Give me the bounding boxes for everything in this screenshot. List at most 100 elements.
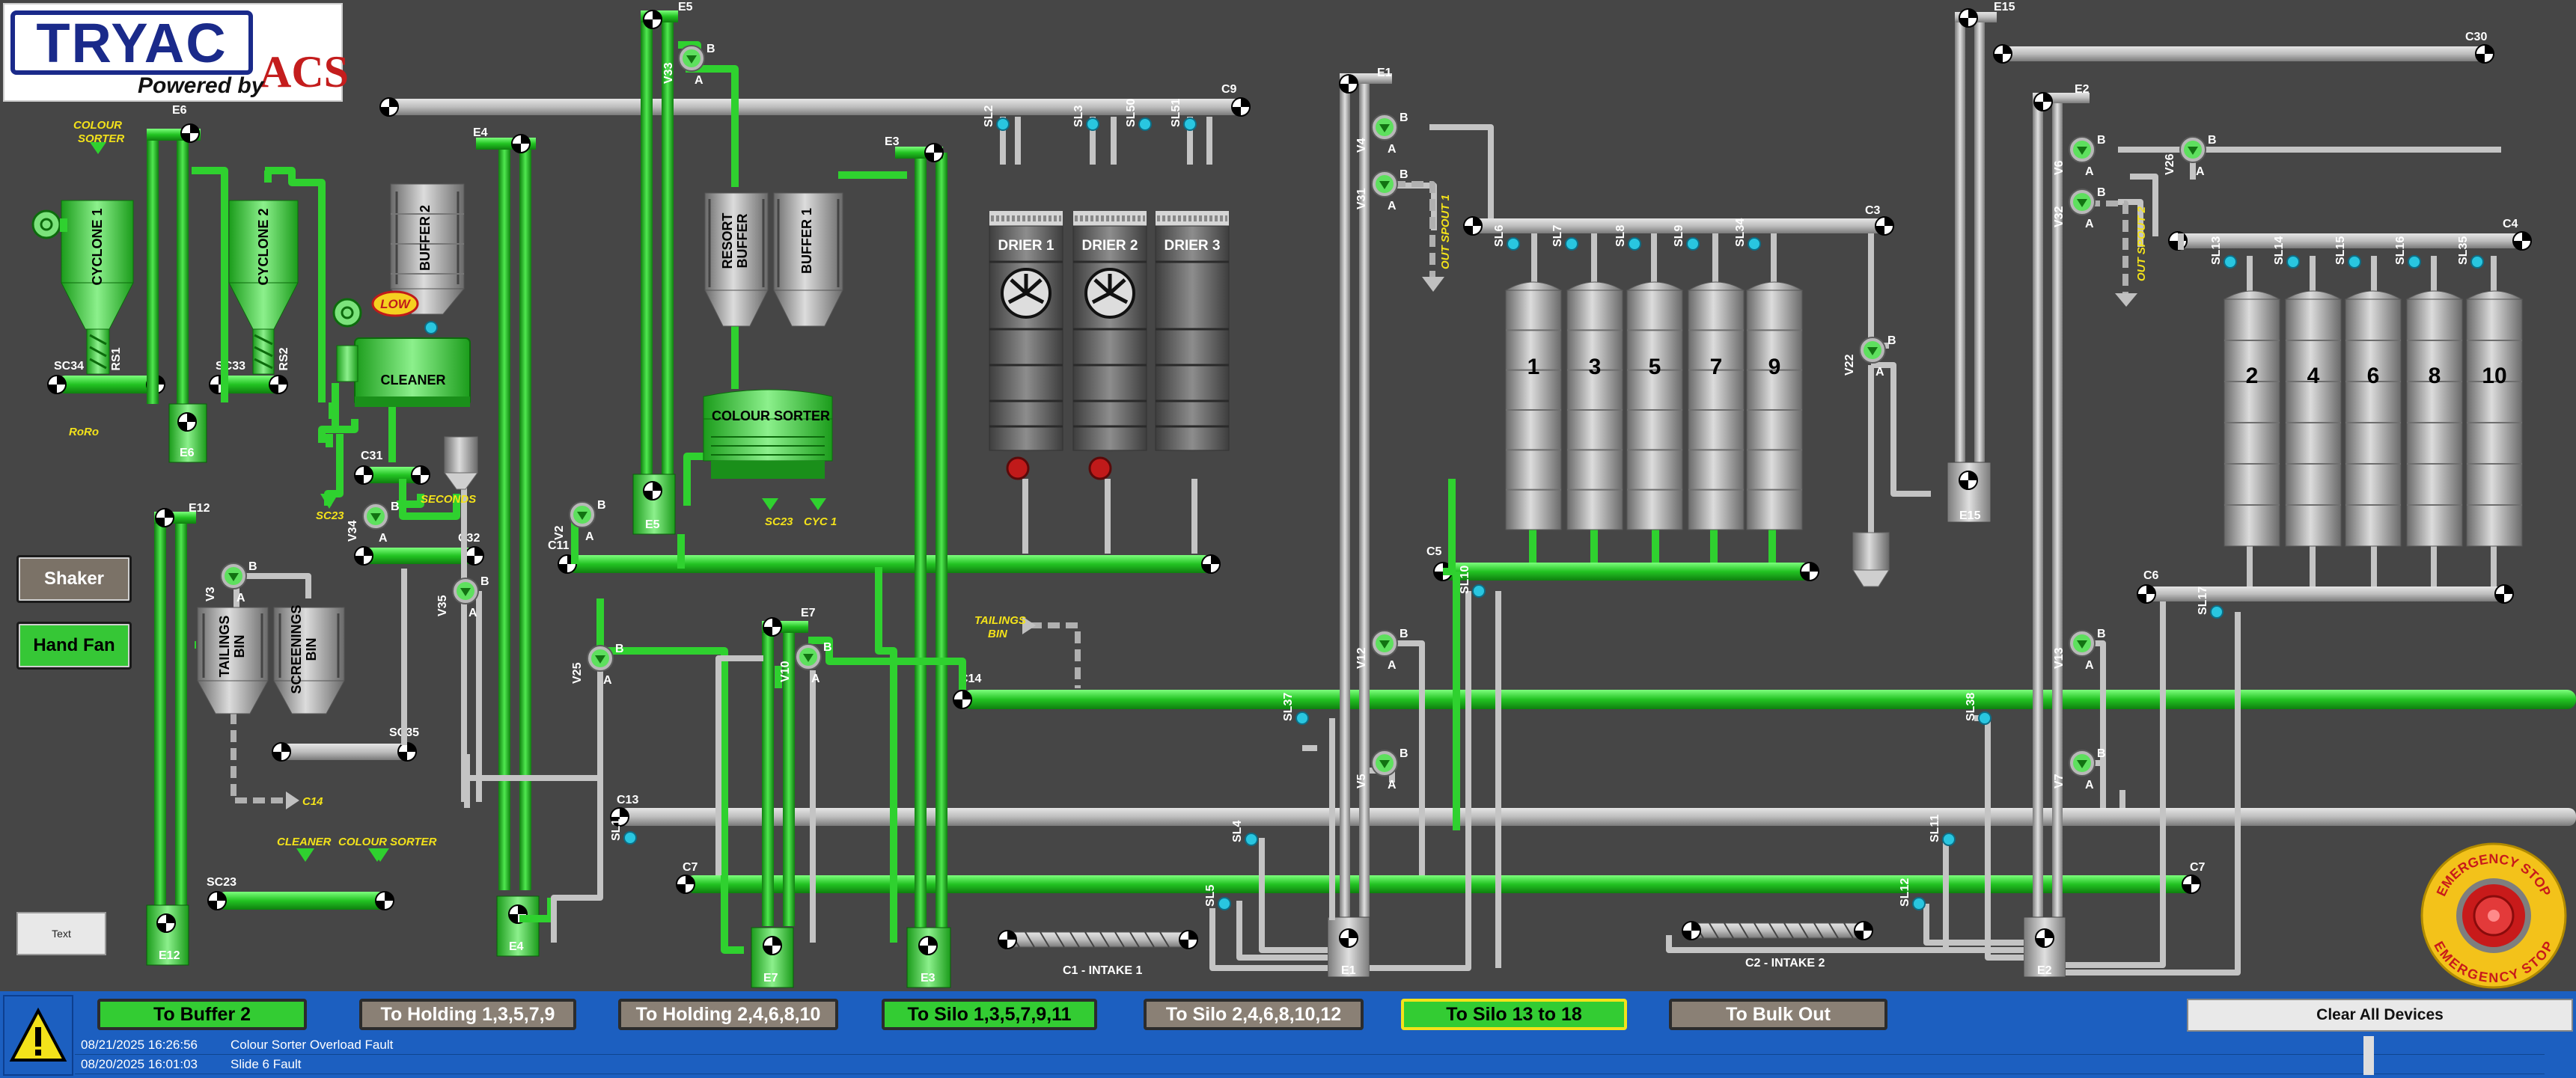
alarm-scrollbar[interactable] [2363, 1036, 2374, 1075]
silo[interactable]: 10 [2465, 290, 2524, 547]
valve-port-a: A [585, 530, 594, 543]
intake-1-screw[interactable] [998, 930, 1198, 949]
drier-3[interactable]: DRIER 3 [1155, 211, 1230, 451]
sensor-label: SL9 [1673, 225, 1685, 247]
e6-label-top: E6 [172, 104, 187, 117]
route-button[interactable]: To Bulk Out [1669, 999, 1887, 1030]
conveyor-c9[interactable] [389, 99, 1242, 115]
route-button[interactable]: To Silo 1,3,5,7,9,11 [882, 999, 1097, 1030]
resort-buffer-bin[interactable]: RESORT BUFFER [704, 192, 769, 327]
alarm-row[interactable]: 08/21/2025 16:26:56 Colour Sorter Overlo… [75, 1036, 2545, 1055]
e12-label: E12 [159, 949, 180, 962]
silo[interactable]: 8 [2405, 290, 2464, 547]
silo[interactable]: 6 [2344, 290, 2402, 547]
seconds-bin [444, 436, 478, 490]
e7-label-top: E7 [801, 607, 816, 619]
sensor-label: SL34 [1734, 218, 1747, 247]
valve-port-a: A [468, 607, 477, 619]
valve-port-a: A [236, 592, 245, 604]
valve-label: V10 [779, 661, 792, 682]
conveyor-c14[interactable] [962, 690, 2576, 709]
clear-all-devices-button[interactable]: Clear All Devices [2187, 999, 2573, 1032]
colour-sorter-tag: COLOUR SORTER [338, 836, 437, 848]
valve-port-a: A [2085, 165, 2094, 178]
sensor-label: SL50 [1125, 99, 1138, 127]
e5-label: E5 [645, 518, 660, 531]
silo[interactable]: 1 [1504, 281, 1563, 530]
tailings-bin-tag-2: BIN [988, 628, 1008, 640]
valve-port-a: A [811, 673, 820, 685]
conveyor-sc35[interactable] [281, 744, 409, 760]
sensor-label: SL35 [2457, 236, 2470, 265]
c4-label: C4 [2503, 218, 2518, 230]
route-button[interactable]: To Holding 1,3,5,7,9 [359, 999, 576, 1030]
tailings-bin[interactable]: TAILINGS BIN [197, 607, 269, 714]
drier-3-label: DRIER 3 [1165, 238, 1221, 254]
conveyor-c30[interactable] [2003, 46, 2489, 61]
valve-port-b: B [2097, 186, 2106, 199]
silo[interactable]: 2 [2223, 290, 2281, 547]
valve-v2[interactable]: V2 A B [553, 499, 606, 543]
hand-fan-button[interactable]: Hand Fan [16, 622, 132, 670]
valve-port-b: B [597, 499, 606, 512]
silo-number: 4 [2307, 364, 2320, 388]
conveyor-c13[interactable] [620, 808, 2576, 826]
silo[interactable]: 5 [1626, 281, 1684, 530]
cleaner-label: CLEANER [380, 373, 445, 388]
e6-label: E6 [180, 447, 195, 459]
e12-label-top: E12 [189, 502, 210, 515]
silo[interactable]: 9 [1745, 281, 1804, 530]
drier-2-label: DRIER 2 [1082, 238, 1138, 254]
drier-1[interactable]: DRIER 1 [989, 211, 1063, 451]
text-button[interactable]: Text [16, 912, 106, 955]
cleaner-tag: CLEANER [277, 836, 332, 848]
emergency-stop-button[interactable]: EMERGENCY STOP EMERGENCY STOP [2419, 841, 2569, 990]
valve-label: V22 [1843, 354, 1856, 376]
conveyor-sc23[interactable] [217, 892, 386, 910]
intake-1-label: C1 - INTAKE 1 [1063, 964, 1142, 977]
conveyor-c32[interactable] [364, 548, 476, 564]
silo[interactable]: 3 [1566, 281, 1624, 530]
valve-port-a: A [2196, 165, 2205, 178]
route-button[interactable]: To Silo 2,4,6,8,10,12 [1144, 999, 1364, 1030]
c11-label: C11 [548, 539, 570, 552]
silo[interactable]: 4 [2284, 290, 2342, 547]
conveyor-c11[interactable] [567, 555, 1212, 573]
valve-v3[interactable]: V3 A B [204, 560, 257, 604]
c30-label: C30 [2465, 31, 2487, 43]
valve-v34[interactable]: V34 A B [347, 500, 400, 545]
screenings-bin[interactable]: SCREENINGS BIN [273, 604, 345, 714]
acs-wordmark: ACS [259, 47, 350, 97]
buffer-1-bin[interactable]: BUFFER 1 [773, 192, 843, 327]
tailings-bin-label-1: TAILINGS [217, 616, 232, 678]
route-button[interactable]: To Holding 2,4,6,8,10 [618, 999, 838, 1030]
alarm-icon-box[interactable] [3, 995, 73, 1076]
silo[interactable]: 7 [1687, 281, 1745, 530]
e4-label: E4 [509, 940, 524, 953]
c13-label: C13 [617, 794, 638, 806]
conveyor-c7[interactable] [686, 875, 2193, 893]
valve-label: V7 [2053, 774, 2066, 788]
sc23-tag-a: SC23 [316, 509, 344, 522]
colour-sorter[interactable]: COLOUR SORTER [703, 389, 833, 479]
e1-label: E1 [1341, 964, 1356, 977]
drier-2[interactable]: DRIER 2 [1072, 211, 1147, 451]
shaker-button[interactable]: Shaker [16, 555, 132, 603]
silo-number: 9 [1768, 355, 1781, 379]
sensor-label: SL13 [2210, 236, 2223, 265]
cyclone-2[interactable]: CYCLONE 2 RS2 [228, 200, 299, 375]
conveyor-c4[interactable] [2178, 233, 2524, 248]
route-button[interactable]: To Silo 13 to 18 [1401, 999, 1627, 1030]
silo-number: 3 [1589, 355, 1602, 379]
valve-port-b: B [615, 643, 624, 655]
conveyor-sc34[interactable] [57, 376, 157, 393]
route-button[interactable]: To Buffer 2 [97, 999, 307, 1030]
valve-port-a: A [1875, 366, 1884, 379]
intake-2-screw[interactable] [1682, 921, 1873, 940]
alarm-row[interactable]: 08/20/2025 16:01:03 Slide 6 Fault [75, 1056, 2545, 1074]
conveyor-c5[interactable] [1443, 563, 1811, 581]
valve-port-a: A [2085, 659, 2094, 672]
cyclone-1[interactable]: CYCLONE 1 RS1 [31, 200, 134, 375]
valve-port-b: B [706, 43, 715, 55]
sensor-label: SL37 [1282, 693, 1295, 721]
